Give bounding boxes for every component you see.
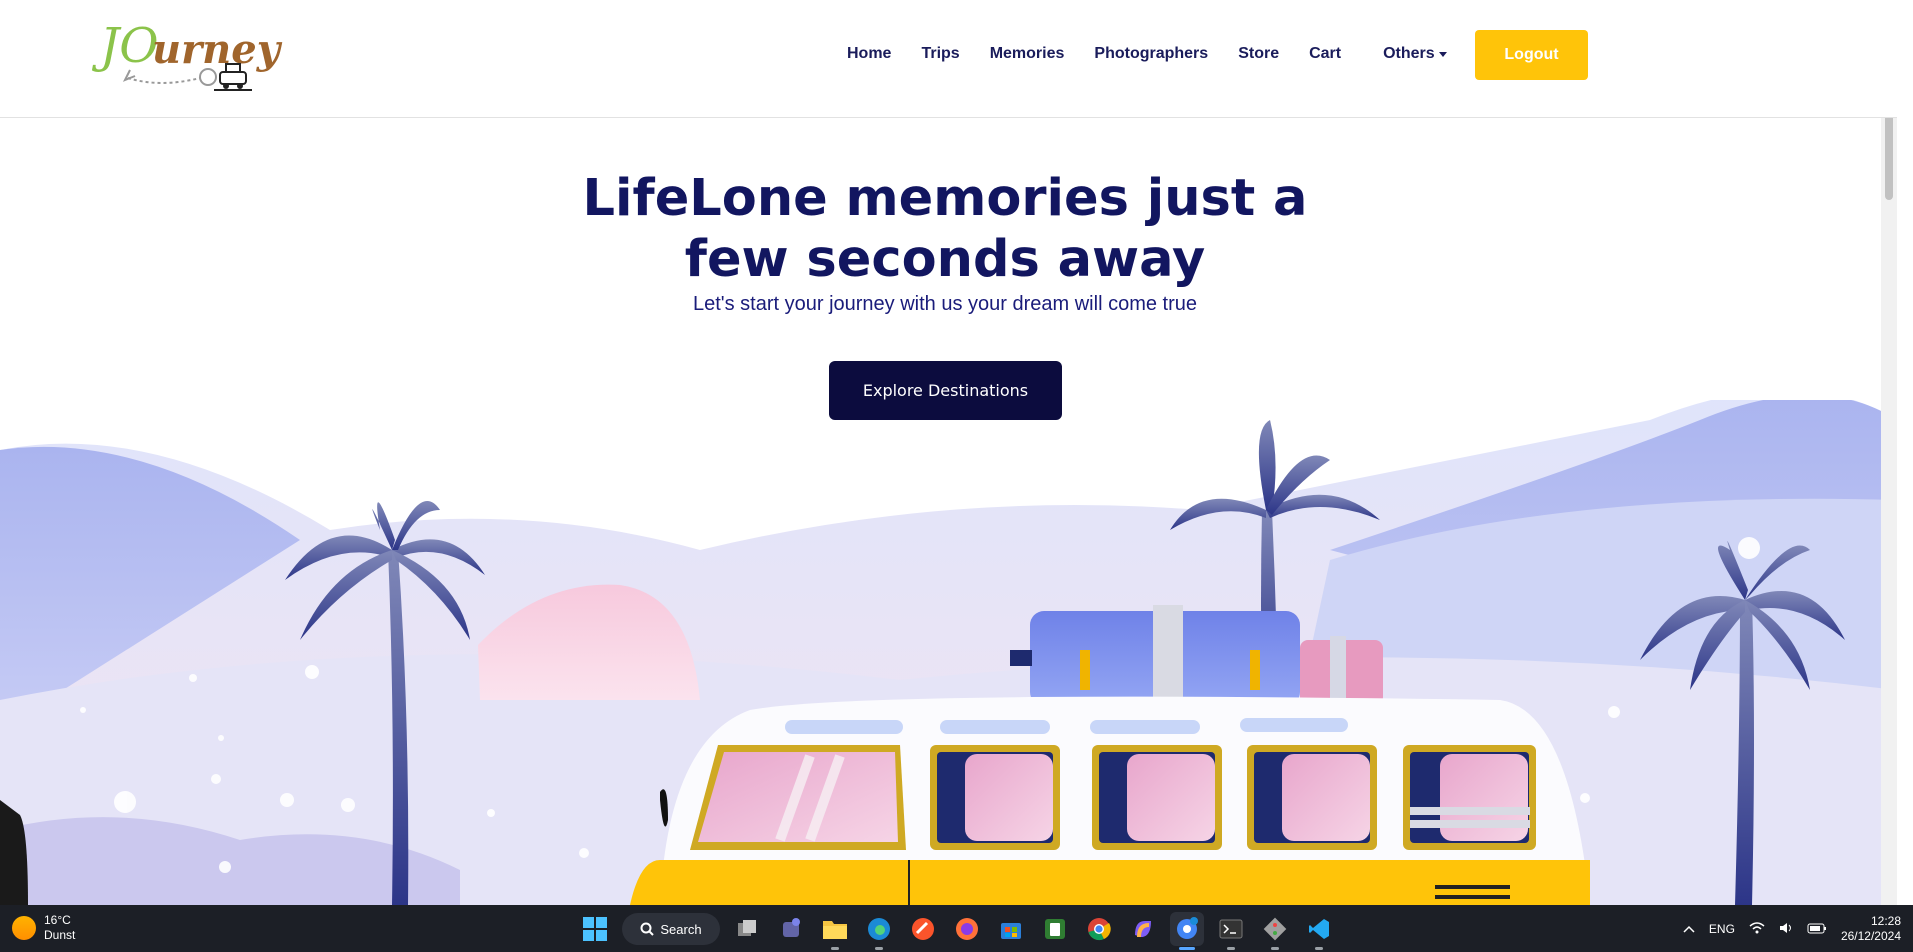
- weather-desc: Dunst: [44, 928, 76, 942]
- nav-store[interactable]: Store: [1238, 45, 1279, 63]
- nav-others-label: Others: [1383, 45, 1435, 62]
- hero-title-line2-wrap: few seconds away: [684, 229, 1206, 290]
- language-indicator[interactable]: ENG: [1709, 922, 1735, 936]
- system-tray: ENG 12:28 26/12/2024: [1683, 913, 1901, 945]
- clock-date: 26/12/2024: [1840, 929, 1901, 943]
- weather-temp: 16°C: [44, 913, 71, 927]
- hero-illustration: [0, 400, 1897, 905]
- hero-title-line1: LifeLone memories just a: [582, 169, 1308, 228]
- taskbar-apps: Search: [578, 912, 1336, 950]
- web-page: JO urney Home Trips Memories Photographe…: [0, 0, 1897, 905]
- bus: [630, 696, 1590, 905]
- volume-icon[interactable]: [1779, 922, 1793, 937]
- navbar: JO urney Home Trips Memories Photographe…: [0, 0, 1897, 118]
- logo-car-path-icon: [122, 63, 252, 91]
- clock-time: 12:28: [1870, 914, 1901, 928]
- taskbar-search[interactable]: Search: [622, 913, 720, 945]
- task-view-icon[interactable]: [730, 912, 764, 946]
- hero-title: LifeLone memories just a few seconds awa…: [0, 168, 1890, 290]
- weather-widget[interactable]: 16°C Dunst: [12, 913, 75, 943]
- solitaire-icon[interactable]: [1038, 912, 1072, 946]
- chevron-down-icon: [1438, 51, 1447, 57]
- chevron-up-icon[interactable]: [1683, 922, 1695, 936]
- weather-sun-icon: [12, 916, 36, 940]
- battery-icon[interactable]: [1807, 922, 1827, 937]
- chrome-icon[interactable]: [1082, 912, 1116, 946]
- start-icon[interactable]: [578, 912, 612, 946]
- nav-others-dropdown[interactable]: Others: [1383, 45, 1447, 63]
- brave-icon[interactable]: [906, 912, 940, 946]
- journey-logo[interactable]: JO urney: [100, 18, 285, 93]
- file-explorer-icon[interactable]: [818, 912, 852, 950]
- taskbar-search-label: Search: [660, 921, 702, 937]
- main-nav: Home Trips Memories Photographers Store …: [847, 0, 1477, 108]
- nav-home[interactable]: Home: [847, 45, 891, 63]
- firefox-icon[interactable]: [950, 912, 984, 946]
- store-icon[interactable]: [994, 912, 1028, 946]
- clock[interactable]: 12:28 26/12/2024: [1841, 914, 1901, 944]
- chrome-profile-icon[interactable]: [1170, 912, 1204, 950]
- page-scrollbar[interactable]: [1881, 0, 1897, 905]
- windows-taskbar: 16°C Dunst Search ENG 12:28 26/12/2024: [0, 905, 1913, 952]
- nav-photographers[interactable]: Photographers: [1094, 45, 1208, 63]
- search-icon: [640, 922, 655, 936]
- hero-subtitle: Let's start your journey with us your dr…: [692, 293, 1197, 315]
- teams-icon[interactable]: [774, 912, 808, 946]
- nav-trips[interactable]: Trips: [921, 45, 959, 63]
- terminal-icon[interactable]: [1214, 912, 1248, 950]
- copilot-icon[interactable]: [1126, 912, 1160, 946]
- wifi-icon[interactable]: [1749, 921, 1765, 937]
- hero-title-line2: few seconds away: [684, 230, 1206, 289]
- logout-button[interactable]: Logout: [1475, 30, 1588, 80]
- nav-cart[interactable]: Cart: [1309, 45, 1341, 63]
- vscode-icon[interactable]: [1302, 912, 1336, 950]
- edge-icon[interactable]: [862, 912, 896, 950]
- git-icon[interactable]: [1258, 912, 1292, 950]
- nav-memories[interactable]: Memories: [990, 45, 1065, 63]
